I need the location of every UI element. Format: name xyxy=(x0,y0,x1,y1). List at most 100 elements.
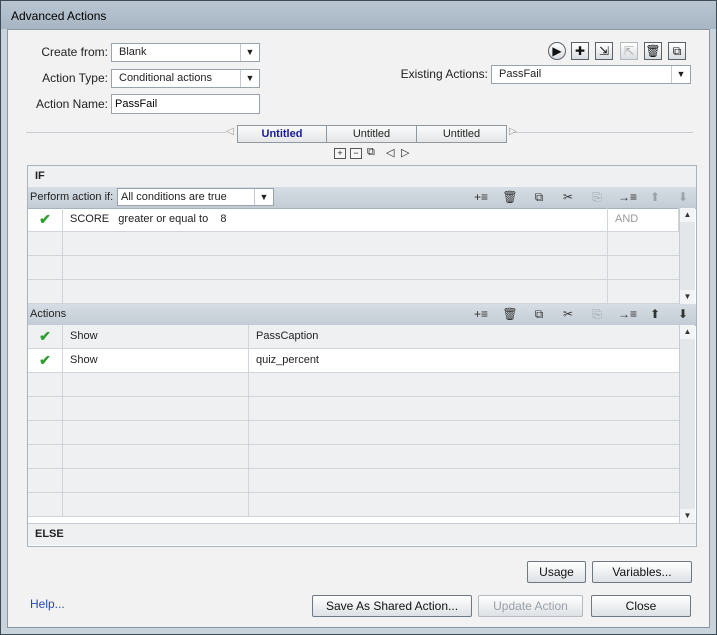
add-decision-icon[interactable]: + xyxy=(334,148,346,159)
create-from-value: Blank xyxy=(119,46,147,58)
action-name[interactable]: Show xyxy=(63,325,249,349)
action-name-field[interactable] xyxy=(111,94,260,114)
tab-scroll-right-icon[interactable]: ▷ xyxy=(509,126,517,137)
condition-row[interactable] xyxy=(28,256,679,280)
copy-icon[interactable]: ⧉ xyxy=(531,306,547,322)
row-cell xyxy=(28,256,63,280)
row-cell xyxy=(63,256,608,280)
action-row[interactable] xyxy=(28,373,679,397)
tab-label: Untitled xyxy=(442,128,481,140)
chevron-down-icon[interactable]: ▼ xyxy=(671,66,690,83)
tab-untitled-2[interactable]: Untitled xyxy=(326,125,417,143)
move-up-icon[interactable]: ⬆ xyxy=(647,189,663,205)
import-icon[interactable]: ⇲ xyxy=(595,42,613,60)
move-up-icon[interactable]: ⬆ xyxy=(647,306,663,322)
action-type-select[interactable]: Conditional actions ▼ xyxy=(111,69,260,88)
perform-action-select[interactable]: All conditions are true ▼ xyxy=(117,188,274,206)
cut-icon[interactable]: ✂ xyxy=(560,189,576,205)
close-button[interactable]: Close xyxy=(591,595,691,617)
usage-button[interactable]: Usage xyxy=(527,561,586,583)
condition-operator[interactable]: greater or equal to xyxy=(118,213,208,225)
else-label: ELSE xyxy=(35,528,64,540)
action-target[interactable]: PassCaption xyxy=(249,325,679,349)
paste-icon[interactable]: ⎘ xyxy=(589,306,605,322)
action-row[interactable] xyxy=(28,397,679,421)
action-row[interactable]: ✔ Show PassCaption xyxy=(28,325,679,349)
check-icon[interactable]: ✔ xyxy=(28,325,63,349)
update-action-button[interactable]: Update Action xyxy=(478,595,583,617)
chevron-down-icon[interactable]: ▼ xyxy=(240,44,259,61)
condition-logic[interactable]: AND xyxy=(608,208,679,232)
row-cell xyxy=(28,421,63,445)
create-from-select[interactable]: Blank ▼ xyxy=(111,43,260,62)
row-cell xyxy=(28,469,63,493)
help-link[interactable]: Help... xyxy=(30,597,65,611)
if-label: IF xyxy=(35,170,45,182)
copy-decision-icon[interactable]: ⧉ xyxy=(367,146,375,159)
delete-icon[interactable]: 🗑 xyxy=(502,306,518,322)
move-down-icon[interactable]: ⬇ xyxy=(675,189,691,205)
move-right-icon[interactable]: ▷ xyxy=(401,146,409,159)
scroll-down-icon[interactable]: ▼ xyxy=(680,290,695,304)
move-left-icon[interactable]: ◁ xyxy=(386,146,394,159)
row-cell xyxy=(63,493,249,517)
insert-below-icon[interactable]: →≡ xyxy=(618,189,637,205)
condition-row[interactable]: ✔ SCORE greater or equal to 8 AND xyxy=(28,208,679,232)
action-row[interactable] xyxy=(28,493,679,517)
action-type-value: Conditional actions xyxy=(119,72,212,84)
scroll-down-icon[interactable]: ▼ xyxy=(680,509,695,523)
check-icon[interactable]: ✔ xyxy=(28,349,63,373)
condition-row[interactable] xyxy=(28,280,679,304)
add-icon[interactable]: ✚ xyxy=(571,42,589,60)
conditions-scrollbar[interactable]: ▲ ▼ xyxy=(679,208,695,304)
condition-row[interactable] xyxy=(28,232,679,256)
action-row[interactable] xyxy=(28,445,679,469)
chevron-down-icon[interactable]: ▼ xyxy=(254,189,273,205)
chevron-down-icon[interactable]: ▼ xyxy=(240,70,259,87)
action-name-label: Action Name: xyxy=(35,97,108,111)
remove-decision-icon[interactable]: − xyxy=(350,148,362,159)
delete-icon[interactable]: 🗑 xyxy=(644,42,662,60)
tab-scroll-left-icon[interactable]: ◁ xyxy=(226,126,234,137)
action-target[interactable]: quiz_percent xyxy=(249,349,679,373)
check-icon[interactable]: ✔ xyxy=(28,208,63,232)
scroll-up-icon[interactable]: ▲ xyxy=(680,208,695,222)
tab-untitled-1[interactable]: Untitled xyxy=(237,125,327,143)
action-name[interactable]: Show xyxy=(63,349,249,373)
insert-row-icon[interactable]: +≡ xyxy=(473,306,489,322)
row-cell xyxy=(28,445,63,469)
actions-scrollbar[interactable]: ▲ ▼ xyxy=(679,325,695,523)
delete-icon[interactable]: 🗑 xyxy=(502,189,518,205)
condition-toolbar: Perform action if: All conditions are tr… xyxy=(28,187,696,209)
export-icon[interactable]: ⇱ xyxy=(620,42,638,60)
duplicate-icon[interactable]: ⧉ xyxy=(668,42,686,60)
advanced-actions-window: Advanced Actions Create from: Blank ▼ Ac… xyxy=(0,0,717,635)
condition-value[interactable]: 8 xyxy=(220,213,226,225)
paste-icon[interactable]: ⎘ xyxy=(589,189,605,205)
preview-icon[interactable]: ▶ xyxy=(548,42,566,60)
condition-variable[interactable]: SCORE xyxy=(70,213,109,225)
divider xyxy=(513,132,693,133)
copy-icon[interactable]: ⧉ xyxy=(531,189,547,205)
row-cell xyxy=(28,493,63,517)
insert-below-icon[interactable]: →≡ xyxy=(618,306,637,322)
title-bar: Advanced Actions xyxy=(1,1,716,29)
existing-actions-select[interactable]: PassFail ▼ xyxy=(491,65,691,84)
variables-button[interactable]: Variables... xyxy=(592,561,692,583)
window-title: Advanced Actions xyxy=(11,9,107,23)
save-as-shared-action-button[interactable]: Save As Shared Action... xyxy=(312,595,472,617)
action-row[interactable] xyxy=(28,421,679,445)
dialog-body: Create from: Blank ▼ Action Type: Condit… xyxy=(7,29,710,628)
scroll-up-icon[interactable]: ▲ xyxy=(680,325,695,339)
condition-expression[interactable]: SCORE greater or equal to 8 xyxy=(63,208,608,232)
row-cell xyxy=(63,469,249,493)
tab-untitled-3[interactable]: Untitled xyxy=(416,125,507,143)
action-row[interactable]: ✔ Show quiz_percent xyxy=(28,349,679,373)
cut-icon[interactable]: ✂ xyxy=(560,306,576,322)
row-cell xyxy=(63,280,608,304)
move-down-icon[interactable]: ⬇ xyxy=(675,306,691,322)
action-row[interactable] xyxy=(28,469,679,493)
row-cell xyxy=(28,397,63,421)
else-header[interactable]: ELSE xyxy=(28,523,696,545)
insert-row-icon[interactable]: +≡ xyxy=(473,189,489,205)
